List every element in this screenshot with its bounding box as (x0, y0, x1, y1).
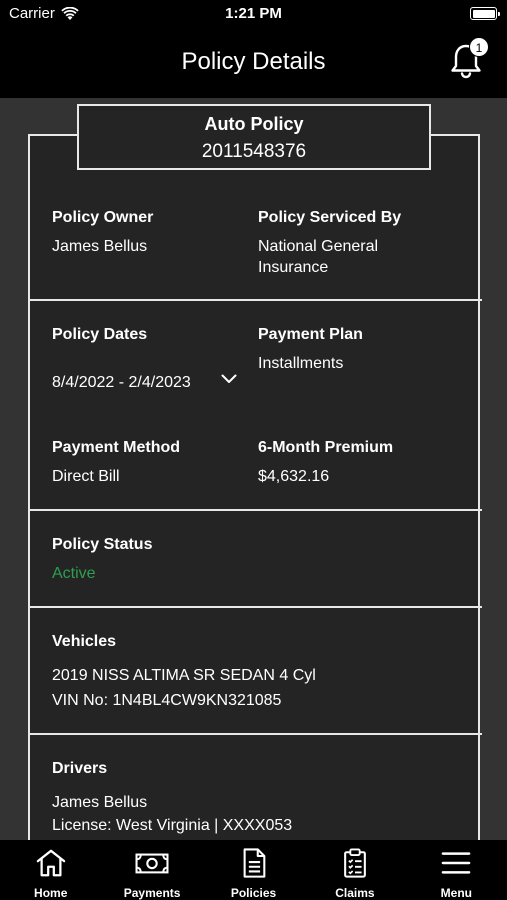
tab-policies-label: Policies (230, 886, 277, 900)
policy-serviced-by-value-line1: National General (258, 238, 379, 255)
section-divider (30, 733, 482, 735)
tab-payments[interactable]: Payments (101, 840, 202, 900)
tab-home-label: Home (34, 886, 68, 900)
policy-status-badge: Active (52, 565, 96, 582)
payment-plan-value: Installments (258, 355, 344, 372)
policy-serviced-by-label: Policy Serviced By (258, 209, 402, 226)
policy-owner-label: Policy Owner (52, 209, 154, 226)
chevron-down-icon[interactable] (221, 374, 237, 384)
drivers-label: Drivers (52, 760, 108, 777)
status-bar: Carrier 1:21 PM (0, 0, 507, 30)
policies-icon (243, 848, 265, 878)
page-title: Policy Details (181, 48, 326, 75)
policy-status-label: Policy Status (52, 536, 153, 553)
section-divider (30, 606, 482, 608)
tab-payments-label: Payments (123, 886, 181, 900)
policy-dates-value[interactable]: 8/4/2022 - 2/4/2023 (52, 372, 191, 393)
payment-plan-label: Payment Plan (258, 326, 363, 343)
vehicles-label: Vehicles (52, 633, 117, 650)
tab-policies[interactable]: Policies (203, 840, 304, 900)
policy-type-title: Auto Policy (204, 114, 304, 134)
policy-owner-value: James Bellus (52, 238, 148, 255)
section-divider (30, 299, 482, 301)
section-divider (30, 509, 482, 511)
tab-bar: Home Payments Policies Claims Menu (0, 840, 507, 900)
clock: 1:21 PM (225, 5, 282, 22)
payment-method-label: Payment Method (52, 439, 181, 456)
tab-menu-label: Menu (440, 886, 472, 900)
navigation-bar: Policy Details (0, 30, 507, 98)
claims-icon (344, 848, 366, 878)
policy-details-content[interactable]: Policy Owner James Bellus Policy Service… (0, 98, 507, 840)
policy-card: Policy Owner James Bellus Policy Service… (28, 134, 482, 840)
policy-number: 2011548376 (201, 141, 307, 162)
notification-count-badge: 1 (469, 37, 489, 57)
premium-value: $4,632.16 (258, 468, 330, 485)
premium-label: 6-Month Premium (258, 439, 394, 456)
policy-header: Auto Policy 2011548376 (77, 104, 431, 170)
policy-serviced-by-value-line2: Insurance (258, 259, 329, 276)
driver-name: James Bellus (52, 794, 148, 811)
menu-icon (441, 852, 471, 874)
home-icon (36, 849, 65, 877)
payment-method-value: Direct Bill (52, 468, 120, 485)
vehicle-name: 2019 NISS ALTIMA SR SEDAN 4 Cyl (52, 667, 316, 684)
vehicle-vin: VIN No: 1N4BL4CW9KN321085 (52, 692, 282, 709)
battery-icon (470, 7, 500, 20)
tab-home[interactable]: Home (0, 840, 101, 900)
tab-claims-label: Claims (335, 886, 375, 900)
policy-dates-label: Policy Dates (52, 326, 148, 343)
payments-icon (135, 853, 169, 874)
tab-claims[interactable]: Claims (304, 840, 405, 900)
tab-menu[interactable]: Menu (406, 840, 507, 900)
driver-license: License: West Virginia | XXXX053 (52, 817, 293, 834)
